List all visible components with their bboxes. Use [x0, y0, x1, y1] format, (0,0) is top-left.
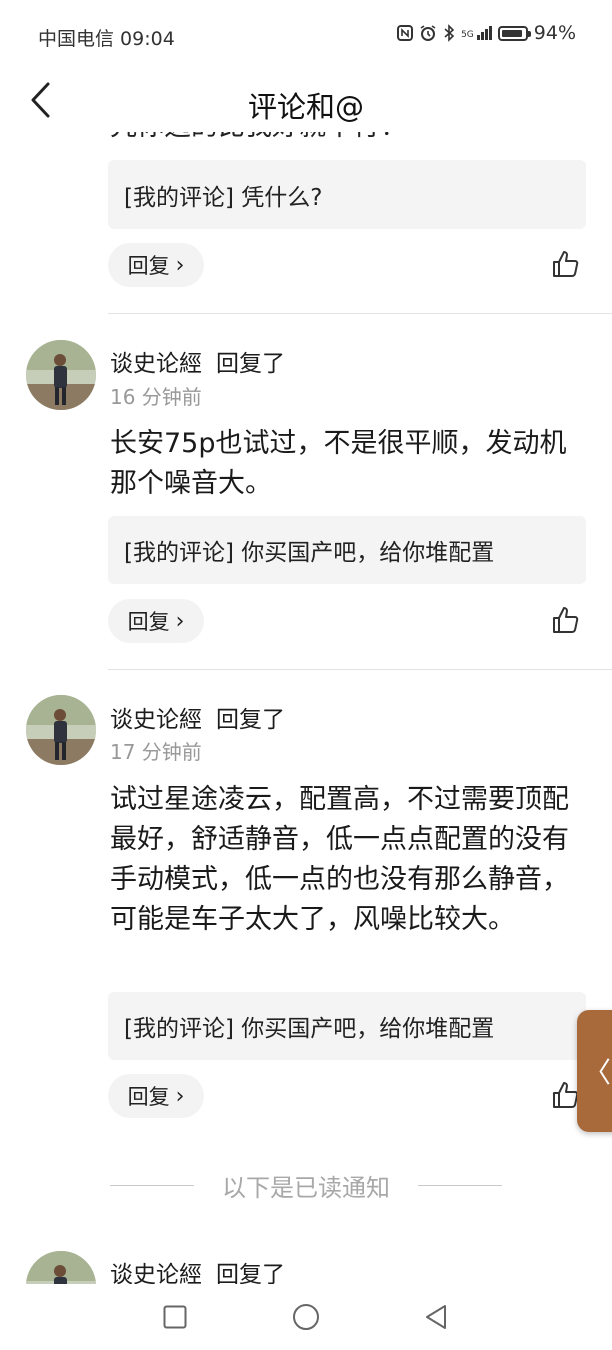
my-comment-quote[interactable]: [我的评论] 你买国产吧，给你堆配置 — [108, 516, 586, 584]
separator-line — [110, 1184, 194, 1186]
divider — [108, 669, 612, 670]
thumbs-up-icon[interactable] — [551, 605, 581, 635]
username[interactable]: 谈史论經 回复了 — [110, 344, 285, 378]
reply-button[interactable]: 回复 › — [108, 243, 204, 287]
username[interactable]: 谈史论經 回复了 — [110, 700, 285, 734]
avatar[interactable] — [26, 695, 96, 765]
chevron-left-icon: 〈 — [582, 1056, 611, 1089]
header: 评论和@ — [0, 70, 612, 132]
comment-text: 凭你选的比我好就不行！ — [110, 132, 407, 143]
carrier-time: 中国电信 09:04 — [38, 28, 175, 50]
avatar[interactable] — [26, 1251, 96, 1284]
timestamp: 17 分钟前 — [110, 740, 202, 764]
thumbs-up-icon[interactable] — [551, 249, 581, 279]
separator-line — [418, 1184, 502, 1186]
side-panel-tab[interactable]: 〈 — [577, 1010, 612, 1132]
recents-square-icon[interactable] — [163, 1305, 187, 1329]
chevron-right-icon: › — [175, 252, 185, 278]
back-triangle-icon[interactable] — [424, 1303, 448, 1331]
chevron-right-icon: › — [175, 608, 185, 634]
avatar[interactable] — [26, 340, 96, 410]
comment-text[interactable]: 试过星途凌云，配置高，不过需要顶配最好，舒适静音，低一点点配置的没有手动模式，低… — [110, 780, 590, 940]
my-comment-quote[interactable]: [我的评论] 你买国产吧，给你堆配置 — [108, 992, 586, 1060]
reply-button[interactable]: 回复 › — [108, 1074, 204, 1118]
timestamp: 16 分钟前 — [110, 385, 202, 409]
separator-label: 以下是已读通知 — [222, 1173, 390, 1202]
read-notifications-separator: 以下是已读通知 — [0, 1168, 612, 1202]
battery-icon — [497, 25, 531, 41]
notification-list[interactable]: 凭你选的比我好就不行！ [我的评论] 凭什么? 回复› 谈史论經回复了 16 分… — [0, 132, 612, 1284]
chevron-right-icon: › — [175, 1083, 185, 1109]
comment-text[interactable]: 长安75p也试过，不是很平顺，发动机那个噪音大。 — [110, 424, 590, 504]
battery-percent: 94% — [533, 22, 576, 44]
system-nav-bar — [0, 1284, 612, 1350]
username[interactable]: 谈史论經 回复了 — [110, 1255, 285, 1284]
reply-button[interactable]: 回复 › — [108, 599, 204, 643]
page-title: 评论和@ — [247, 90, 364, 124]
status-bar: 中国电信 09:04 5G 94% — [0, 0, 612, 70]
bluetooth-icon — [444, 24, 455, 42]
my-comment-quote[interactable]: [我的评论] 凭什么? — [108, 160, 586, 229]
alarm-icon — [420, 25, 436, 41]
signal-5g-icon: 5G — [461, 26, 492, 40]
status-icons: 5G 94% — [397, 22, 576, 44]
home-circle-icon[interactable] — [292, 1303, 320, 1331]
nfc-icon — [397, 25, 414, 41]
divider — [108, 313, 612, 314]
